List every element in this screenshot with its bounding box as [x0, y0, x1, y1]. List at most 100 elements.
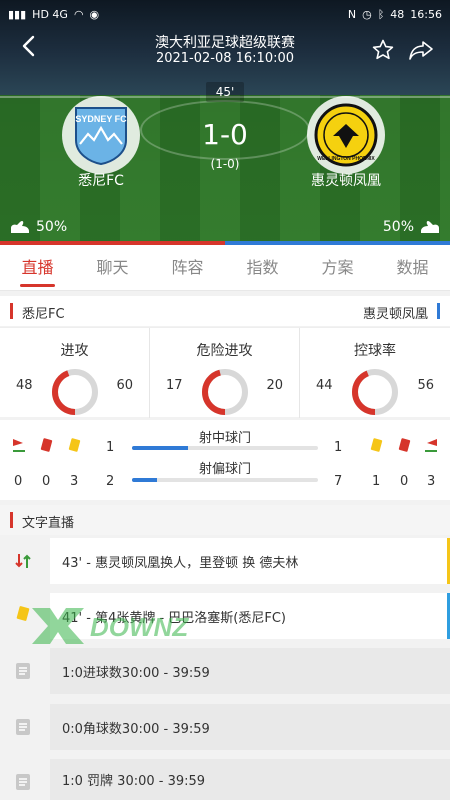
arm-strength-icon — [11, 220, 29, 233]
stat-cards: 进攻 48 60 危险进攻 17 20 控球率 44 56 — [0, 327, 450, 418]
live-feed-item[interactable]: 41' - 第4张黄牌 - 巴巴洛塞斯(悉尼FC) — [50, 593, 450, 639]
share-icon[interactable] — [408, 38, 434, 62]
document-icon — [16, 719, 30, 735]
match-score: 1-0 — [202, 118, 248, 151]
match-datetime: 2021-02-08 16:10:00 — [155, 51, 295, 66]
away-corners: 3 — [427, 474, 436, 489]
live-feed-item[interactable]: 43' - 惠灵顿凤凰换人，里登顿 换 德夫林 — [50, 538, 450, 584]
yellow-card-icon — [68, 438, 81, 452]
tab-odds[interactable]: 指数 — [225, 245, 300, 291]
nfc-icon: N — [347, 7, 357, 21]
stat-away-value: 56 — [417, 378, 434, 393]
tab-data[interactable]: 数据 — [375, 245, 450, 291]
stat-home-value: 48 — [16, 378, 33, 393]
stat-possession: 控球率 44 56 — [300, 328, 450, 418]
wellington-phoenix-crest-icon: WELLINGTON PHOENIX — [314, 103, 378, 167]
home-yellow-cards: 3 — [70, 474, 79, 489]
eye-icon: ◉ — [89, 7, 100, 21]
shots-off-target-home-fill — [132, 478, 157, 482]
star-icon[interactable] — [371, 38, 395, 62]
match-hero: ▮▮▮ HD 4G ◠ ◉ N ◷ ᛒ 48 16:56 澳大利亚足球超级联赛 … — [0, 0, 450, 245]
away-yellow-cards: 1 — [372, 474, 381, 489]
away-possession: 50% — [383, 219, 440, 235]
teams-header: 悉尼FC 惠灵顿凤凰 — [0, 296, 450, 326]
tab-live[interactable]: 直播 — [0, 245, 75, 291]
battery-icon: 48 — [390, 7, 405, 21]
wifi-icon: ◠ — [73, 7, 84, 21]
home-corners: 0 — [14, 474, 23, 489]
shots-on-target-home-fill — [132, 446, 188, 450]
status-bar: ▮▮▮ HD 4G ◠ ◉ N ◷ ᛒ 48 16:56 — [0, 0, 450, 28]
away-logo-text: WELLINGTON PHOENIX — [317, 156, 375, 162]
tab-plans[interactable]: 方案 — [300, 245, 375, 291]
stat-home-value: 17 — [166, 378, 183, 393]
sydney-fc-crest-icon: SYDNEY FC — [75, 107, 127, 166]
red-card-icon — [40, 438, 53, 452]
shots-on-target-label: 射中球门 — [198, 431, 251, 446]
network-label: HD 4G — [32, 7, 68, 21]
shots-off-target-label: 射偏球门 — [198, 462, 251, 477]
stat-away-value: 60 — [116, 378, 133, 393]
away-red-cards: 0 — [400, 474, 409, 489]
feed-text: 43' - 惠灵顿凤凰换人，里登顿 换 德夫林 — [62, 555, 299, 571]
feed-text: 1:0 罚牌 30:00 - 39:59 — [62, 774, 206, 789]
away-possession-label: 50% — [382, 219, 414, 235]
away-color-bar — [437, 303, 440, 319]
home-shots-off-target: 2 — [106, 474, 115, 489]
stat-home-value: 44 — [316, 378, 333, 393]
away-team-name[interactable]: 惠灵顿凤凰 — [286, 170, 406, 190]
alarm-icon: ◷ — [362, 7, 372, 21]
shots-on-target-track — [132, 446, 318, 450]
shots-off-target-track — [132, 478, 318, 482]
document-icon — [16, 774, 30, 790]
bluetooth-icon: ᛒ — [377, 7, 385, 21]
corner-flag-icon — [13, 439, 25, 452]
stat-dangerous-attack: 危险进攻 17 20 — [150, 328, 300, 418]
red-card-icon — [398, 438, 411, 452]
signal-icon: ▮▮▮ — [8, 7, 27, 21]
league-title: 澳大利亚足球超级联赛 — [155, 35, 295, 51]
match-minute: 45' — [206, 82, 244, 102]
tab-chat[interactable]: 聊天 — [75, 245, 150, 291]
teams-header-away: 惠灵顿凤凰 — [362, 307, 428, 322]
away-shots-off-target: 7 — [334, 474, 343, 489]
live-feed-item[interactable]: 1:0进球数30:00 - 39:59 — [50, 648, 450, 694]
ratio-ring — [52, 369, 98, 415]
substitution-icon — [15, 554, 31, 568]
home-possession-label: 50% — [36, 219, 68, 235]
yellow-card-icon — [370, 438, 383, 452]
arm-strength-icon — [421, 220, 439, 233]
feed-text: 41' - 第4张黄牌 - 巴巴洛塞斯(悉尼FC) — [62, 610, 286, 626]
stat-label: 进攻 — [60, 343, 89, 359]
away-team-logo[interactable]: WELLINGTON PHOENIX — [307, 96, 385, 174]
ratio-ring — [352, 369, 398, 415]
live-text-header: 文字直播 — [0, 505, 450, 535]
feed-text: 0:0角球数30:00 - 39:59 — [62, 721, 210, 737]
home-shots-on-target: 1 — [106, 440, 115, 455]
document-icon — [16, 663, 30, 679]
feed-text: 1:0进球数30:00 - 39:59 — [62, 665, 210, 681]
stat-attack: 进攻 48 60 — [0, 328, 150, 418]
stat-label: 危险进攻 — [196, 343, 253, 359]
teams-header-home: 悉尼FC — [22, 307, 65, 322]
home-possession: 50% — [10, 219, 67, 235]
stat-away-value: 20 — [266, 378, 283, 393]
clock-label: 16:56 — [410, 7, 442, 21]
live-text-title: 文字直播 — [22, 516, 75, 531]
home-team-logo[interactable]: SYDNEY FC — [62, 96, 140, 174]
stat-label: 控球率 — [354, 343, 396, 359]
live-feed-item[interactable]: 1:0 罚牌 30:00 - 39:59 — [50, 759, 450, 800]
tab-bar: 直播 聊天 阵容 指数 方案 数据 — [0, 245, 450, 291]
home-logo-text: SYDNEY FC — [75, 114, 127, 124]
live-feed-item[interactable]: 0:0角球数30:00 - 39:59 — [50, 704, 450, 750]
half-time-score: (1-0) — [210, 157, 240, 171]
home-team-name[interactable]: 悉尼FC — [41, 170, 161, 190]
section-accent-bar — [10, 512, 13, 528]
yellow-card-icon — [16, 605, 30, 622]
ratio-ring — [202, 369, 248, 415]
corner-flag-icon — [425, 439, 437, 452]
back-arrow-icon[interactable] — [18, 34, 42, 58]
tab-lineup[interactable]: 阵容 — [150, 245, 225, 291]
away-shots-on-target: 1 — [334, 440, 343, 455]
home-color-bar — [10, 303, 13, 319]
